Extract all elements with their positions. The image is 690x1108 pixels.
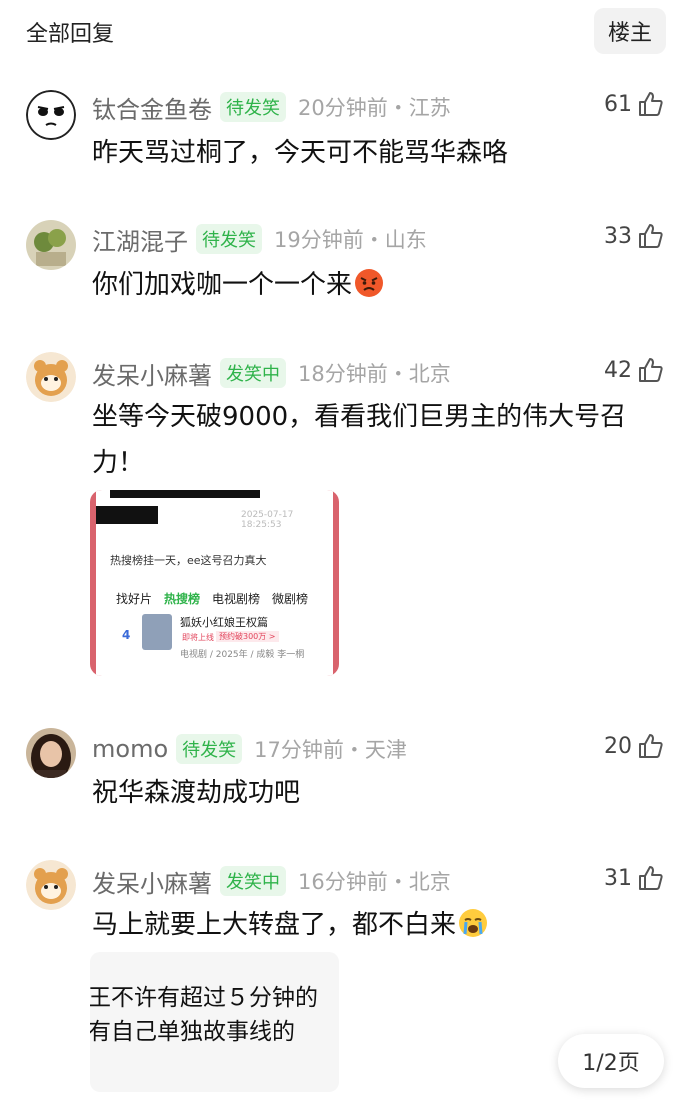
timestamp-location: 19分钟前・山东 — [274, 228, 427, 252]
screenshot-tab-active: 热搜榜 — [164, 592, 201, 606]
screenshot-tab: 找好片 — [116, 592, 153, 606]
like-button[interactable]: 33 — [604, 222, 664, 250]
thumb-up-icon — [639, 358, 663, 382]
all-replies-title: 全部回复 — [26, 22, 115, 47]
reserve-tag: 预约破300万 > — [216, 631, 279, 642]
status-badge: 发笑中 — [220, 358, 286, 388]
username[interactable]: 江湖混子 — [92, 222, 188, 257]
avatar[interactable] — [26, 860, 76, 910]
attached-image[interactable]: 王不许有超过５分钟的 有自己单独故事线的 — [90, 952, 339, 1092]
timestamp-location: 17分钟前・天津 — [254, 738, 407, 762]
comment-text-content: 你们加戏咖一个一个来 — [92, 270, 353, 300]
status-badge: 发笑中 — [220, 866, 286, 896]
screenshot-caption: 热搜榜挂一天，ee这号召力真大 — [110, 554, 267, 567]
image-text-line: 王不许有超过５分钟的 — [90, 985, 318, 1011]
status-badge: 待发笑 — [196, 224, 262, 254]
timestamp-location: 16分钟前・北京 — [298, 870, 451, 894]
redaction-bar — [110, 490, 260, 498]
status-badge: 待发笑 — [176, 734, 243, 764]
angry-face-icon — [355, 269, 384, 297]
soon-tag: 即将上线 — [182, 633, 214, 642]
avatar[interactable] — [26, 220, 76, 270]
username[interactable]: momo — [92, 735, 168, 763]
thumb-up-icon — [639, 92, 663, 116]
username[interactable]: 发呆小麻薯 — [92, 864, 212, 899]
drama-poster — [142, 614, 172, 650]
page-indicator[interactable]: 1/2页 — [558, 1034, 664, 1088]
attached-image[interactable]: 2025-07-17 18:25:53 热搜榜挂一天，ee这号召力真大 找好片 … — [90, 490, 339, 676]
screenshot-tab: 电视剧榜 — [212, 592, 261, 606]
image-text-line: 有自己单独故事线的 — [90, 1019, 295, 1045]
like-button[interactable]: 42 — [604, 356, 664, 384]
rank-number: 4 — [122, 628, 131, 642]
timestamp-location: 20分钟前・江苏 — [298, 96, 451, 120]
redaction-bar — [96, 506, 158, 524]
thumb-up-icon — [639, 224, 663, 248]
comment-text: 马上就要上大转盘了，都不白来 — [92, 902, 667, 948]
screenshot-tab: 微剧榜 — [272, 592, 309, 606]
timestamp-location: 18分钟前・北京 — [298, 362, 451, 386]
comment-text-content: 马上就要上大转盘了，都不白来 — [92, 910, 457, 940]
like-button[interactable]: 61 — [604, 90, 664, 118]
like-count: 20 — [604, 733, 632, 759]
like-button[interactable]: 31 — [604, 864, 664, 892]
like-button[interactable]: 20 — [604, 732, 664, 760]
avatar[interactable] — [26, 352, 76, 402]
like-count: 31 — [604, 865, 632, 891]
avatar[interactable] — [26, 90, 76, 140]
like-count: 33 — [604, 223, 632, 249]
op-only-button[interactable]: 楼主 — [594, 8, 666, 54]
status-badge: 待发笑 — [220, 92, 286, 122]
username[interactable]: 钛合金鱼卷 — [92, 90, 212, 125]
comment-text: 坐等今天破9000，看看我们巨男主的伟大号召力！ — [92, 402, 627, 478]
drama-title: 狐妖小红娘王权篇 — [180, 616, 268, 629]
avatar[interactable] — [26, 728, 76, 778]
drama-info: 电视剧 / 2025年 / 成毅 李一桐 — [180, 650, 305, 660]
crying-face-icon — [459, 909, 488, 937]
screenshot-tabs: 找好片 热搜榜 电视剧榜 微剧榜 — [116, 590, 308, 607]
screenshot-timestamp: 2025-07-17 18:25:53 — [241, 510, 294, 530]
screenshot-content: 2025-07-17 18:25:53 热搜榜挂一天，ee这号召力真大 找好片 … — [96, 490, 333, 676]
thumb-up-icon — [639, 734, 663, 758]
comment-text: 你们加戏咖一个一个来 — [92, 262, 667, 308]
comment-text: 祝华森渡劫成功吧 — [92, 778, 301, 808]
reply-header: 全部回复 楼主 — [0, 0, 690, 62]
comment-text: 昨天骂过桐了，今天可不能骂华森咯 — [92, 138, 509, 168]
like-count: 61 — [604, 91, 632, 117]
thumb-up-icon — [639, 866, 663, 890]
like-count: 42 — [604, 357, 632, 383]
username[interactable]: 发呆小麻薯 — [92, 356, 212, 391]
